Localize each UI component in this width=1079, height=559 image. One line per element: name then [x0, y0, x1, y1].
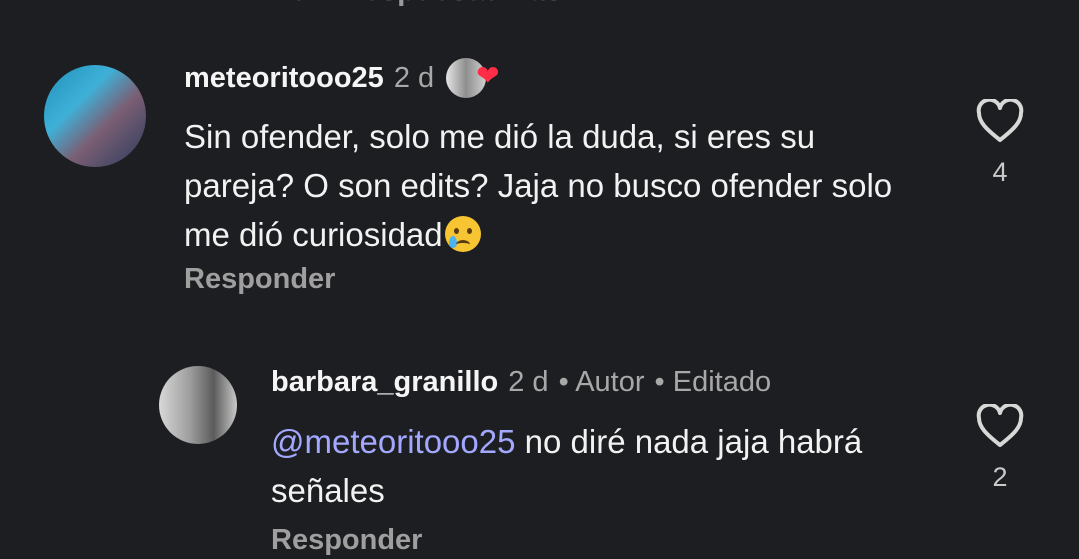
like-count: 4 — [992, 157, 1008, 187]
like-button[interactable]: 4 — [975, 99, 1025, 188]
author-badge: • Autor — [558, 365, 645, 398]
author-liked-indicator: ❤ — [446, 58, 504, 98]
comment-text: Sin ofender, solo me dió la duda, si ere… — [184, 112, 924, 259]
heart-outline-icon[interactable] — [976, 404, 1024, 448]
edited-badge: • Editado — [654, 365, 772, 398]
like-button[interactable]: 2 — [975, 404, 1025, 493]
heart-outline-icon[interactable] — [976, 99, 1024, 143]
comment-text: @meteoritooo25 no diré nada jaja habrá s… — [271, 417, 921, 515]
crying-face-emoji — [444, 216, 481, 252]
timestamp: 2 d — [393, 61, 435, 94]
reply-button[interactable]: Responder — [271, 524, 422, 557]
comment-body: Sin ofender, solo me dió la duda, si ere… — [184, 118, 893, 253]
timestamp: 2 d — [508, 365, 549, 398]
comment-header: meteoritooo25 2 d ❤ — [184, 58, 504, 98]
heart-filled-icon: ❤ — [476, 60, 500, 91]
view-more-replies-link[interactable]: Ver 1 respuesta más — [272, 0, 562, 8]
avatar[interactable] — [159, 366, 237, 444]
reply-button[interactable]: Responder — [184, 263, 335, 296]
username[interactable]: meteoritooo25 — [184, 62, 384, 95]
mention-link[interactable]: @meteoritooo25 — [271, 423, 515, 460]
like-count: 2 — [992, 462, 1008, 492]
avatar[interactable] — [44, 65, 146, 167]
comments-panel: Ver 1 respuesta más meteoritooo25 2 d ❤ … — [0, 0, 1079, 559]
username[interactable]: barbara_granillo — [271, 366, 498, 399]
comment-header: barbara_granillo 2 d • Autor • Editado — [271, 362, 771, 402]
